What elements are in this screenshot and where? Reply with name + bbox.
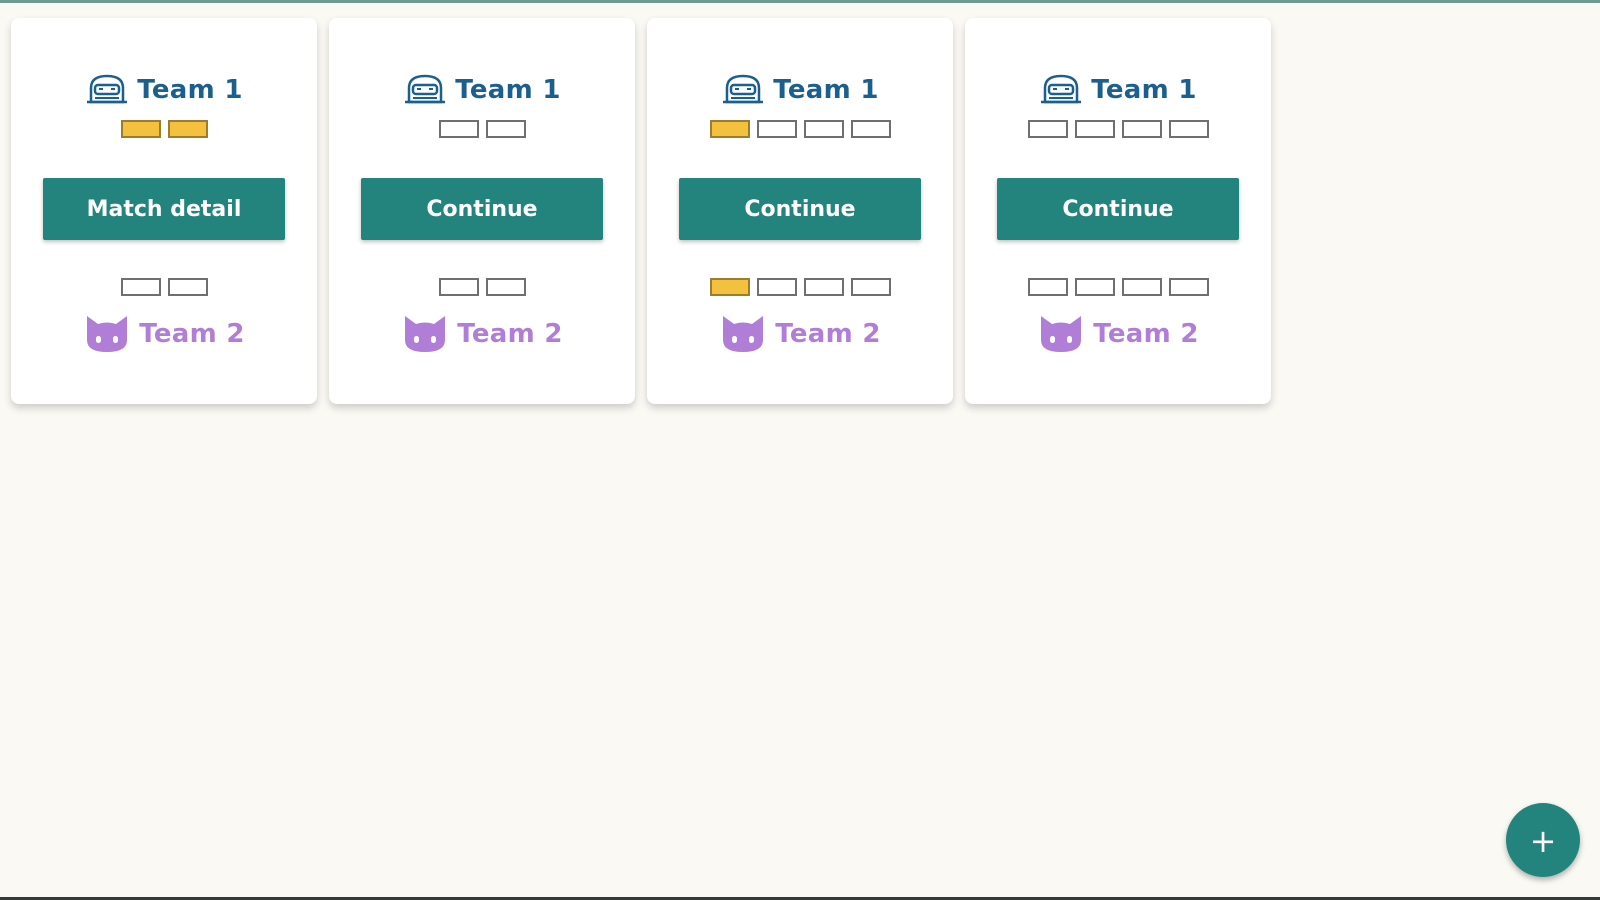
- top-border: [0, 0, 1600, 3]
- cat-face-icon: [1037, 314, 1085, 354]
- score-box: [1121, 120, 1162, 138]
- team1-score-boxes: [120, 120, 208, 140]
- score-box: [1168, 120, 1209, 138]
- add-match-button[interactable]: +: [1506, 803, 1580, 877]
- team2-name: Team 2: [1093, 319, 1199, 349]
- score-box: [756, 278, 797, 296]
- score-box: [1027, 120, 1068, 138]
- score-box: [167, 278, 208, 296]
- score-box: [1027, 278, 1068, 296]
- robot-helmet-icon: [1039, 72, 1083, 108]
- score-box: [1121, 278, 1162, 296]
- score-box: [709, 278, 750, 296]
- team2-header: Team 2: [401, 314, 563, 354]
- score-box: [120, 278, 161, 296]
- team1-name: Team 1: [773, 75, 879, 105]
- score-box: [485, 120, 526, 138]
- team2-name: Team 2: [457, 319, 563, 349]
- robot-helmet-icon: [85, 72, 129, 108]
- score-box: [850, 278, 891, 296]
- team1-name: Team 1: [137, 75, 243, 105]
- cat-face-icon: [83, 314, 131, 354]
- team1-header: Team 1: [403, 72, 561, 108]
- team2-score-boxes: [120, 278, 208, 298]
- plus-icon: +: [1529, 822, 1557, 860]
- team1-header: Team 1: [721, 72, 879, 108]
- score-box: [709, 120, 750, 138]
- team1-score-boxes: [438, 120, 526, 140]
- continue-button[interactable]: Continue: [997, 178, 1239, 240]
- match-card: Team 1 Continue Team 2: [965, 18, 1271, 404]
- robot-helmet-icon: [721, 72, 765, 108]
- score-box: [1074, 278, 1115, 296]
- score-box: [120, 120, 161, 138]
- match-detail-button[interactable]: Match detail: [43, 178, 285, 240]
- team2-score-boxes: [709, 278, 891, 298]
- score-box: [1074, 120, 1115, 138]
- score-box: [485, 278, 526, 296]
- score-box: [803, 278, 844, 296]
- continue-button[interactable]: Continue: [679, 178, 921, 240]
- match-card: Team 1 Continue Team 2: [647, 18, 953, 404]
- team1-name: Team 1: [1091, 75, 1197, 105]
- team1-score-boxes: [1027, 120, 1209, 140]
- score-box: [167, 120, 208, 138]
- cat-face-icon: [719, 314, 767, 354]
- cat-face-icon: [401, 314, 449, 354]
- team2-name: Team 2: [775, 319, 881, 349]
- team2-header: Team 2: [1037, 314, 1199, 354]
- score-box: [438, 120, 479, 138]
- continue-button[interactable]: Continue: [361, 178, 603, 240]
- team1-name: Team 1: [455, 75, 561, 105]
- team2-score-boxes: [438, 278, 526, 298]
- team2-score-boxes: [1027, 278, 1209, 298]
- team1-header: Team 1: [85, 72, 243, 108]
- score-box: [803, 120, 844, 138]
- match-card: Team 1 Match detail Team 2: [11, 18, 317, 404]
- match-card: Team 1 Continue Team 2: [329, 18, 635, 404]
- score-box: [1168, 278, 1209, 296]
- team1-header: Team 1: [1039, 72, 1197, 108]
- match-card-list: Team 1 Match detail Team 2 Team 1 Contin…: [11, 18, 1271, 404]
- team1-score-boxes: [709, 120, 891, 140]
- score-box: [850, 120, 891, 138]
- score-box: [756, 120, 797, 138]
- team2-name: Team 2: [139, 319, 245, 349]
- team2-header: Team 2: [719, 314, 881, 354]
- robot-helmet-icon: [403, 72, 447, 108]
- score-box: [438, 278, 479, 296]
- team2-header: Team 2: [83, 314, 245, 354]
